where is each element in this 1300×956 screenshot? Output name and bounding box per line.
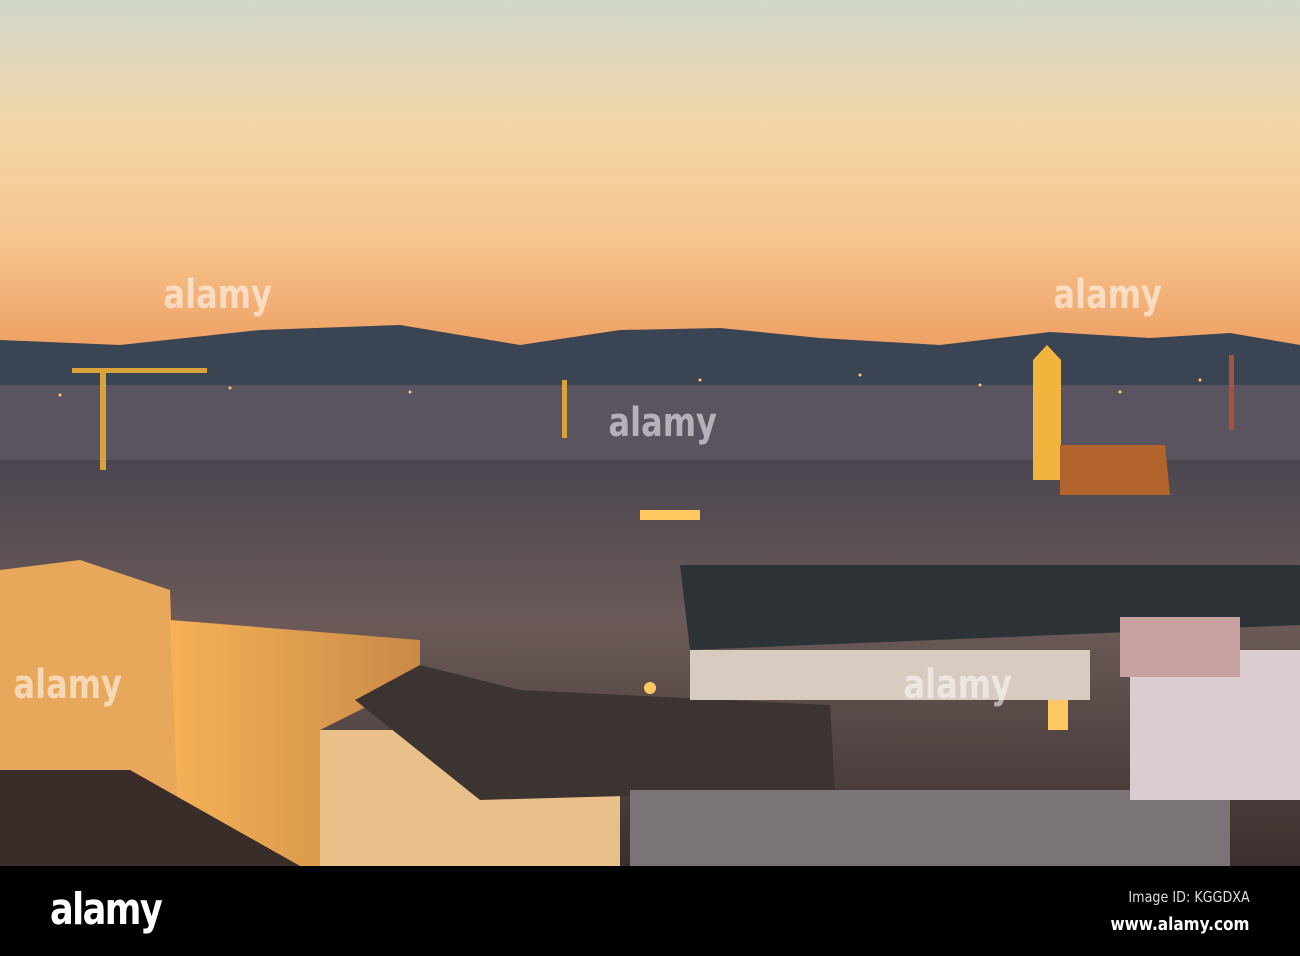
crane-left bbox=[100, 370, 106, 470]
footer-bar: alamy Image ID: KGGDXA www.alamy.com bbox=[0, 866, 1300, 956]
church-roof bbox=[1060, 445, 1170, 495]
image-id: Image ID: KGGDXA bbox=[1128, 888, 1250, 906]
watermark: alamy bbox=[608, 400, 717, 446]
roof-pink bbox=[1120, 617, 1240, 677]
watermark: alamy bbox=[1053, 272, 1162, 318]
watermark: alamy bbox=[13, 662, 122, 708]
tv-tower bbox=[1229, 355, 1234, 430]
website-link: www.alamy.com bbox=[1111, 914, 1250, 935]
alamy-logo: alamy bbox=[50, 884, 163, 935]
building-right-facade bbox=[690, 650, 1090, 700]
watermark: alamy bbox=[903, 662, 1012, 708]
building-bottom-right bbox=[630, 790, 1230, 866]
crane-left-arm bbox=[72, 368, 207, 373]
church-tower bbox=[1033, 360, 1061, 480]
crane-center bbox=[562, 380, 567, 438]
watermark: alamy bbox=[163, 272, 272, 318]
